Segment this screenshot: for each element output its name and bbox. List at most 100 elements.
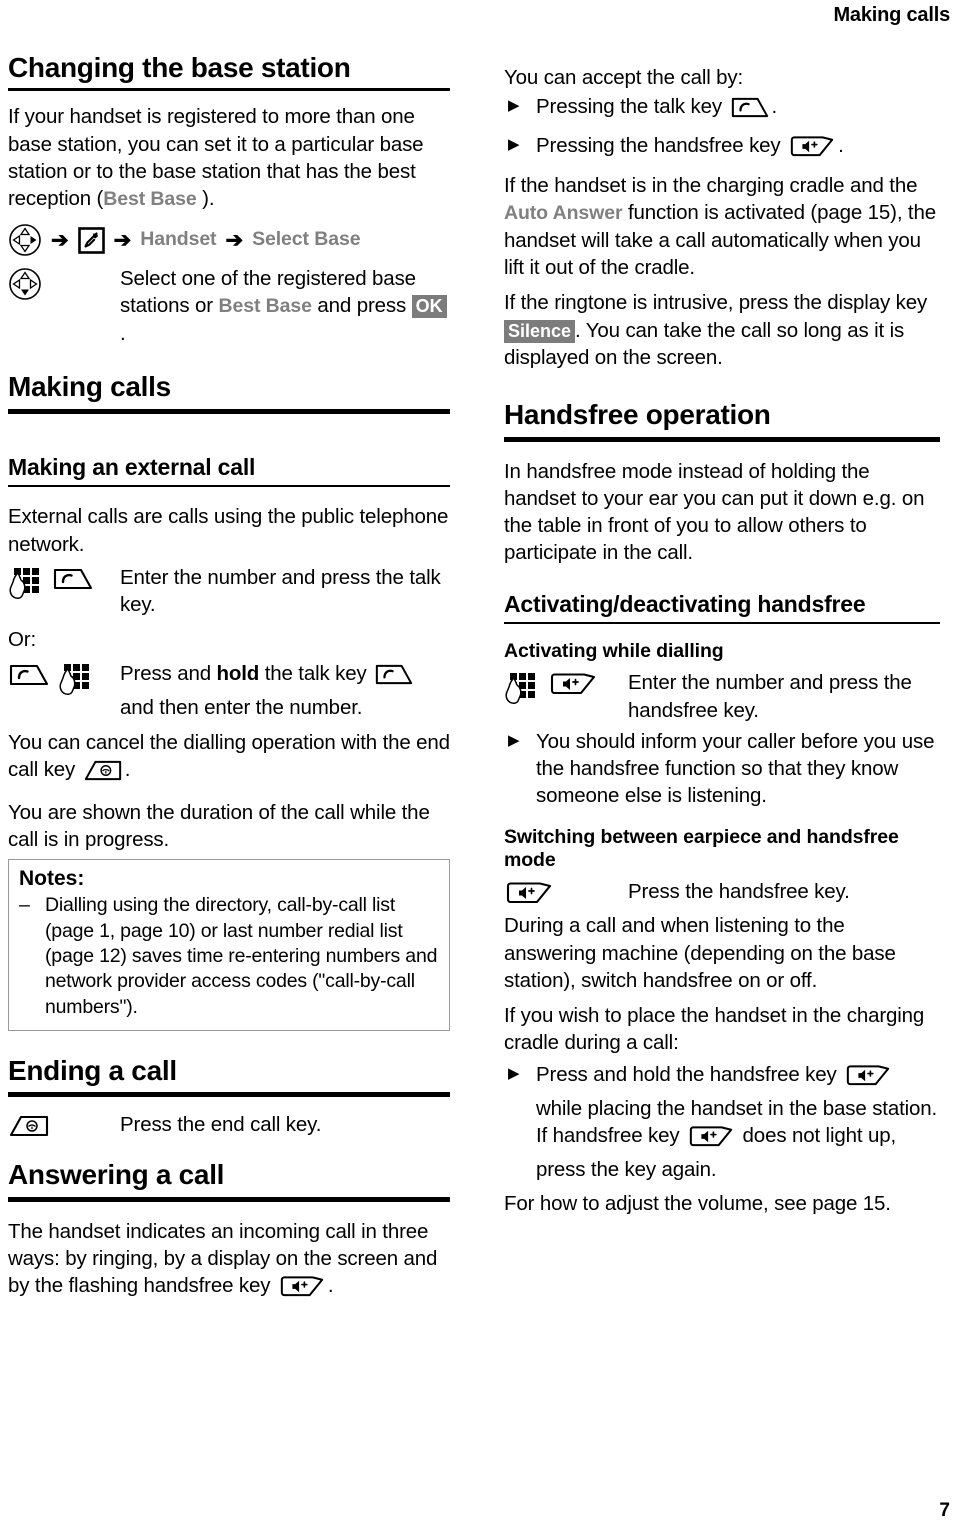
right-column: You can accept the call by: ▶ Pressing t… [490, 52, 940, 1306]
procedure-text-end-call: Press the end call key. [120, 1113, 322, 1137]
keypad-hand-icon[interactable] [8, 566, 44, 602]
paragraph-auto-answer: If the handset is in the charging cradle… [504, 172, 940, 282]
end-call-key-icon[interactable] [83, 758, 123, 790]
talk-key-icon[interactable] [374, 662, 414, 694]
arrow-icon-2: ➔ [113, 228, 132, 252]
answering-text-2: . [327, 1274, 334, 1298]
talk-key-icon[interactable] [730, 95, 770, 127]
note-item: – Dialling using the directory, call-by-… [19, 893, 439, 1020]
paragraph-place-cradle: If you wish to place the handset in the … [504, 1004, 925, 1055]
procedure-text-activating: Enter the number and press the handsfree… [628, 671, 912, 722]
paragraph-call-duration: You are shown the duration of the call w… [8, 800, 430, 851]
hold-text-2: the talk key [259, 661, 373, 685]
talk-key-icon[interactable] [8, 662, 50, 688]
intro-text-part1: If your handset is registered to more th… [8, 105, 424, 211]
procedure-activating-dialling: Enter the number and press the handsfree… [504, 669, 940, 724]
paragraph-volume: For how to adjust the volume, see page 1… [504, 1191, 891, 1215]
navigation-key-right-icon[interactable] [8, 223, 42, 257]
running-header: Making calls [833, 4, 950, 26]
procedure-enter-number: Enter the number and press the talk key. [8, 564, 450, 619]
navigation-key-down-icon[interactable] [8, 267, 42, 301]
bullet-text-part2: . [771, 95, 778, 119]
two-column-layout: Changing the base station If your handse… [0, 52, 960, 1306]
handsfree-key-icon[interactable] [844, 1063, 892, 1095]
bullet2-text-part1: Pressing the handsfree key [536, 133, 787, 157]
bullet2-text-part2: . [838, 133, 844, 157]
handsfree-key-icon[interactable] [548, 671, 598, 697]
term-best-base-2: Best Base [218, 295, 312, 318]
procedure-icons-enter [8, 564, 120, 602]
bullet-marker: ▶ [508, 1064, 520, 1082]
heading-answering-a-call: Answering a call [8, 1159, 225, 1191]
paragraph-accept-call: You can accept the call by: [504, 66, 744, 89]
bullet-marker: ▶ [508, 135, 520, 153]
hold-hf-text-1: Press and hold the handsfree key [536, 1062, 843, 1086]
term-auto-answer: Auto Answer [504, 202, 623, 224]
bullet-press-handsfree-key: ▶ Pressing the handsfree key . [504, 132, 940, 166]
procedure-text-enter-number: Enter the number and press the talk key. [120, 565, 441, 616]
heading-activating-deactivating-handsfree: Activating/deactivating handsfree [504, 590, 866, 617]
handsfree-key-icon[interactable] [278, 1274, 326, 1306]
bullet-text-hold-hf: Press and hold the handsfree key while p… [536, 1061, 940, 1184]
cancel-text-2: . [124, 758, 131, 782]
heading-activating-while-dialling: Activating while dialling [504, 639, 724, 662]
note-text: Dialling using the directory, call-by-ca… [45, 894, 438, 1018]
manual-page: Making calls 7 Changing the base station… [0, 0, 960, 1534]
menu-path-row: ➔ ➔ Handset ➔ Select Base [8, 223, 450, 257]
term-best-base: Best Base [103, 188, 197, 211]
keypad-hand-icon[interactable] [58, 662, 94, 698]
paragraph-external-calls: External calls are calls using the publi… [8, 505, 449, 556]
paragraph-base-intro: If your handset is registered to more th… [8, 103, 450, 213]
notes-title: Notes: [19, 867, 85, 890]
arrow-icon-3: ➔ [225, 228, 244, 252]
menu-item-handset[interactable]: Handset [140, 230, 216, 250]
end-call-key-icon[interactable] [8, 1113, 50, 1139]
procedure-select-base: Select one of the registered base statio… [8, 265, 450, 347]
procedure-icons-press-hf [504, 878, 628, 906]
hold-text-3: and then enter the number. [120, 695, 363, 719]
handsfree-key-icon[interactable] [788, 134, 836, 166]
bullet-text: Pressing the talk key . [536, 93, 940, 127]
cancel-text-1: You can cancel the dialling operation wi… [8, 731, 450, 782]
procedure-press-handsfree: Press the handsfree key. [504, 878, 940, 906]
display-key-ok[interactable]: OK [411, 295, 447, 319]
procedure-text-hold-talk: Press and hold the talk key and then ent… [120, 660, 450, 722]
answering-text-1: The handset indicates an incoming call i… [8, 1219, 438, 1298]
procedure-text-press-handsfree: Press the handsfree key. [628, 880, 850, 904]
bullet-marker: ▶ [508, 731, 520, 749]
procedure-icons-activating [504, 669, 628, 707]
bold-hold: hold [216, 661, 260, 685]
procedure-icons-end [8, 1111, 120, 1139]
bullet-text-part1: Pressing the talk key [536, 95, 728, 119]
keypad-hand-icon[interactable] [504, 671, 540, 707]
page-number: 7 [939, 1500, 950, 1521]
note-dash: – [19, 894, 30, 917]
paragraph-during-call: During a call and when listening to the … [504, 914, 896, 992]
wrench-menu-icon[interactable] [77, 226, 105, 254]
heading-changing-base-station: Changing the base station [8, 52, 351, 83]
heading-making-external-call: Making an external call [8, 453, 256, 480]
menu-item-select-base[interactable]: Select Base [252, 230, 360, 250]
procedure-hold-talk-key: Press and hold the talk key and then ent… [8, 660, 450, 722]
label-or: Or: [8, 628, 37, 652]
bullet-marker: ▶ [508, 97, 520, 115]
select-text-2: and press [311, 294, 412, 318]
handsfree-key-icon[interactable] [687, 1124, 735, 1156]
display-key-silence[interactable]: Silence [504, 319, 576, 343]
bullet-press-talk-key: ▶ Pressing the talk key . [504, 93, 940, 127]
paragraph-handsfree-mode: In handsfree mode instead of holding the… [504, 459, 925, 565]
arrow-icon: ➔ [51, 228, 69, 252]
procedure-end-call: Press the end call key. [8, 1111, 450, 1139]
handsfree-key-icon[interactable] [504, 880, 554, 906]
intro-text-part2: ). [196, 187, 215, 211]
paragraph-cancel-dialling: You can cancel the dialling operation wi… [8, 729, 450, 791]
paragraph-answering-call: The handset indicates an incoming call i… [8, 1218, 450, 1307]
heading-ending-a-call: Ending a call [8, 1054, 177, 1086]
bullet-inform-caller: ▶ You should inform your caller before y… [504, 728, 940, 810]
select-text-3: . [120, 322, 126, 346]
bullet-text-inform: You should inform your caller before you… [536, 729, 935, 808]
talk-key-icon[interactable] [52, 566, 94, 592]
heading-handsfree-operation: Handsfree operation [504, 399, 771, 431]
bullet-hold-handsfree: ▶ Press and hold the handsfree key while… [504, 1061, 940, 1184]
procedure-text-select-base: Select one of the registered base statio… [120, 265, 450, 347]
